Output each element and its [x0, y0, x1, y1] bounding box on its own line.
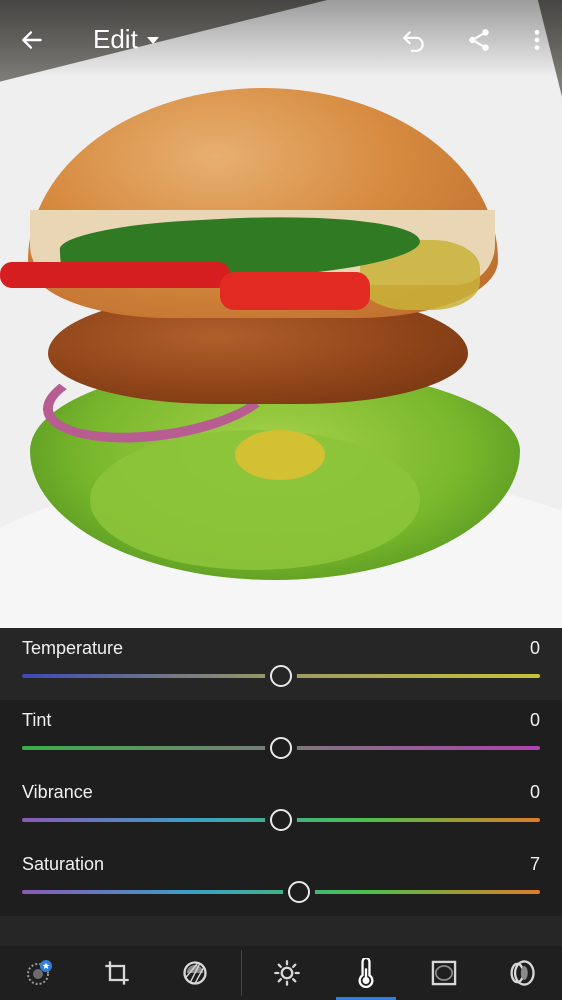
saturation-slider-knob[interactable] [288, 881, 311, 903]
tint-slider-knob[interactable] [270, 737, 292, 759]
crop-icon[interactable] [100, 956, 134, 990]
undo-icon[interactable] [398, 24, 430, 56]
presets-icon[interactable] [22, 956, 56, 990]
photo-tomato-2 [220, 272, 370, 310]
saturation-row: Saturation 7 [0, 844, 562, 916]
chevron-down-icon [146, 36, 159, 44]
edit-mode-dropdown[interactable]: Edit [93, 24, 160, 55]
temperature-slider-knob[interactable] [270, 665, 292, 687]
temperature-row: Temperature 0 [0, 628, 562, 700]
color-icon[interactable] [349, 956, 383, 990]
temperature-value: 0 [529, 638, 540, 658]
toolbar-divider [241, 950, 242, 996]
photo-canvas[interactable] [0, 0, 562, 628]
photo-pepper [235, 430, 325, 480]
vibrance-value: 0 [529, 782, 540, 802]
back-arrow-icon[interactable] [16, 24, 48, 56]
bottom-toolbar [0, 946, 562, 1000]
page-title: Edit [93, 24, 138, 54]
light-icon[interactable] [270, 956, 304, 990]
selective-icon[interactable] [178, 956, 212, 990]
tint-label: Tint [22, 710, 52, 730]
effects-icon[interactable] [427, 956, 461, 990]
tint-row: Tint 0 [0, 700, 562, 772]
optics-icon[interactable] [505, 956, 539, 990]
more-options-icon[interactable] [521, 24, 553, 56]
saturation-value: 7 [529, 854, 540, 874]
color-panel: Temperature 0 Tint 0 Vibrance 0 Saturati… [0, 628, 562, 946]
saturation-slider-track[interactable] [22, 890, 540, 894]
top-bar: Edit [0, 0, 562, 78]
tint-value: 0 [529, 710, 540, 730]
photo-tomato [0, 262, 230, 288]
temperature-label: Temperature [22, 638, 124, 658]
vibrance-slider-knob[interactable] [270, 809, 292, 831]
saturation-label: Saturation [22, 854, 105, 874]
vibrance-label: Vibrance [22, 782, 93, 802]
share-icon[interactable] [463, 24, 495, 56]
vibrance-row: Vibrance 0 [0, 772, 562, 844]
